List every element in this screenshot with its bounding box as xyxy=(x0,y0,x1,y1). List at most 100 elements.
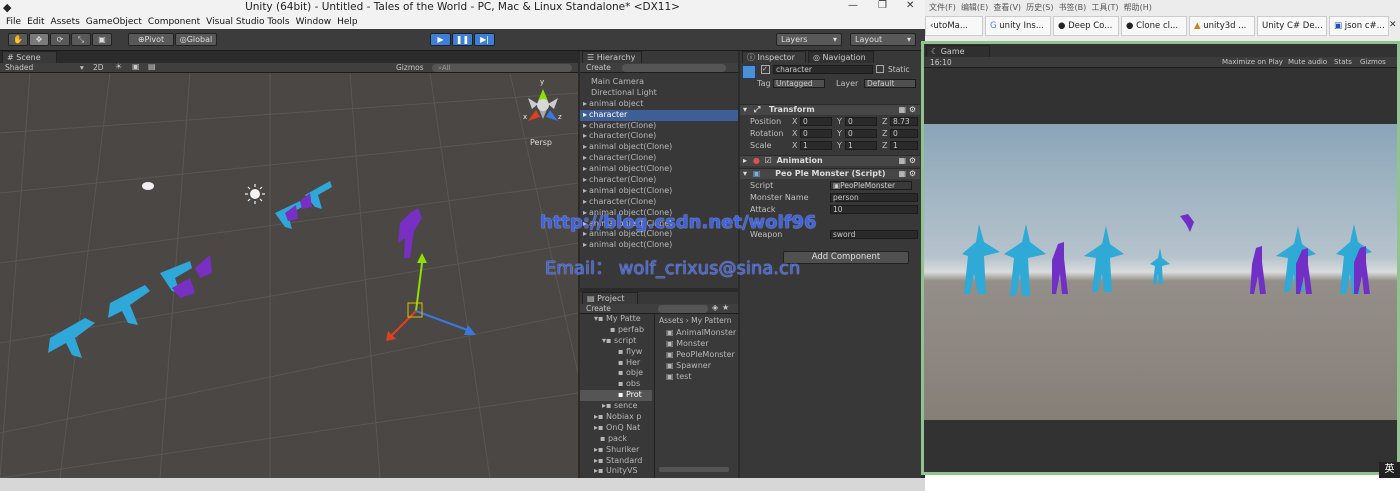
browser-menu-file[interactable]: 文件(F) xyxy=(929,3,956,12)
play-button[interactable]: ▶ xyxy=(430,33,451,46)
rotation-x-field[interactable]: 0 xyxy=(800,129,832,138)
scale-z-field[interactable]: 1 xyxy=(890,141,918,150)
folder-item[interactable]: ▪ obs xyxy=(580,379,652,390)
orientation-gizmo[interactable] xyxy=(528,89,558,121)
layout-dropdown[interactable]: Layout ▾ xyxy=(850,33,916,46)
gameobject-name-input[interactable]: character xyxy=(773,65,873,74)
tab-navigation[interactable]: ◎ Navigation xyxy=(808,51,874,63)
help-book-icon[interactable]: ▦ xyxy=(898,105,906,115)
tab-hierarchy[interactable]: ☰ Hierarchy xyxy=(582,51,642,63)
favorite-star-icon[interactable]: ★ xyxy=(722,303,729,312)
menu-window[interactable]: Window xyxy=(296,15,332,29)
help-book-icon[interactable]: ▦ xyxy=(898,156,906,166)
folder-item[interactable]: ▸▪ Nobiax p xyxy=(580,412,652,423)
close-tab-icon[interactable]: ✕ xyxy=(1389,20,1397,30)
rotate-tool-icon[interactable]: ⟳ xyxy=(50,33,70,46)
folder-item[interactable]: ▪ pack xyxy=(580,434,652,445)
scale-x-field[interactable]: 1 xyxy=(800,141,832,150)
static-checkbox[interactable] xyxy=(876,65,884,73)
file-item[interactable]: ▣ AnimalMonster xyxy=(655,328,739,339)
global-toggle[interactable]: ◎Global xyxy=(175,33,217,46)
expand-arrow-icon[interactable]: ▸ xyxy=(583,240,587,249)
menu-visual-studio-tools[interactable]: Visual Studio Tools xyxy=(206,15,289,29)
list-item[interactable]: Main Camera xyxy=(580,77,738,88)
list-item[interactable]: Directional Light xyxy=(580,88,738,99)
script-reference-field[interactable]: ▣PeoPleMonster xyxy=(830,181,912,190)
folder-item[interactable]: ▪ Prot xyxy=(580,390,652,402)
list-item[interactable]: ▸ character(Clone) xyxy=(580,121,738,132)
expand-arrow-icon[interactable]: ▸ xyxy=(583,153,587,162)
list-item[interactable]: ▸ character(Clone) xyxy=(580,153,738,164)
settings-gear-icon[interactable]: ⚙ xyxy=(909,169,916,179)
project-create-button[interactable]: Create xyxy=(586,304,611,313)
menu-component[interactable]: Component xyxy=(148,15,200,29)
expand-arrow-icon[interactable]: ▸ xyxy=(583,99,587,108)
expand-arrow-icon[interactable]: ▸ xyxy=(583,175,587,184)
rotation-z-field[interactable]: 0 xyxy=(890,129,918,138)
directional-light-icon[interactable] xyxy=(245,184,265,204)
folder-item[interactable]: ▪ obje xyxy=(580,368,652,379)
browser-tab[interactable]: ‹utoMa... xyxy=(925,16,983,36)
shading-mode-dropdown[interactable]: Shaded xyxy=(5,63,33,72)
position-z-field[interactable]: 8.73 xyxy=(890,117,918,126)
animation-enabled-checkbox[interactable]: ☑ xyxy=(765,156,772,165)
folder-item[interactable]: ▸▪ sence xyxy=(580,401,652,412)
folder-item[interactable]: ▾▪ My Patte xyxy=(580,314,652,325)
settings-gear-icon[interactable]: ⚙ xyxy=(909,105,916,115)
effects-toggle-icon[interactable]: ▤ xyxy=(148,62,156,71)
menu-file[interactable]: File xyxy=(6,15,21,29)
monster-name-field[interactable]: person xyxy=(830,193,918,202)
list-item[interactable]: ▸ animal object(Clone) xyxy=(580,186,738,197)
script-component-header[interactable]: ▾ ▣ Peo Ple Monster (Script) ▦ ⚙ xyxy=(740,168,920,179)
position-y-field[interactable]: 0 xyxy=(845,117,877,126)
browser-menu-help[interactable]: 帮助(H) xyxy=(1124,3,1152,12)
mute-audio-toggle[interactable]: Mute audio xyxy=(1288,58,1327,66)
restore-icon[interactable]: ❐ xyxy=(878,0,887,11)
folder-item[interactable]: ▸▪ Standard xyxy=(580,456,652,467)
project-search-input[interactable] xyxy=(658,305,708,313)
layers-dropdown[interactable]: Layers ▾ xyxy=(776,33,842,46)
lighting-toggle-icon[interactable]: ☀ xyxy=(115,62,122,71)
expand-arrow-icon[interactable]: ▸ xyxy=(583,197,587,206)
menu-help[interactable]: Help xyxy=(337,15,358,29)
hand-tool-icon[interactable]: ✋ xyxy=(8,33,28,46)
move-gizmo[interactable] xyxy=(386,253,476,341)
list-item[interactable]: ▸ character xyxy=(580,109,738,121)
menu-edit[interactable]: Edit xyxy=(27,15,44,29)
folder-item[interactable]: ▪ Her xyxy=(580,358,652,369)
hierarchy-search-input[interactable] xyxy=(622,64,726,72)
hierarchy-create-button[interactable]: Create xyxy=(586,63,611,72)
browser-menu-history[interactable]: 历史(S) xyxy=(1026,3,1053,12)
settings-gear-icon[interactable]: ⚙ xyxy=(909,156,916,166)
expand-arrow-icon[interactable]: ▸ xyxy=(583,142,587,151)
rect-tool-icon[interactable]: ▣ xyxy=(92,33,112,46)
maximize-on-play-toggle[interactable]: Maximize on Play xyxy=(1222,58,1283,66)
pause-button[interactable]: ❚❚ xyxy=(452,33,473,46)
browser-tab[interactable]: ● Deep Co... xyxy=(1053,16,1119,36)
list-item[interactable]: ▸ character(Clone) xyxy=(580,131,738,142)
minimize-icon[interactable]: — xyxy=(848,0,858,11)
position-x-field[interactable]: 0 xyxy=(800,117,832,126)
close-icon[interactable]: ✕ xyxy=(906,0,914,11)
file-item[interactable]: ▣ PeoPleMonster xyxy=(655,350,739,361)
game-gizmos-dropdown[interactable]: Gizmos xyxy=(1360,58,1386,66)
tag-dropdown[interactable]: Untagged xyxy=(773,79,825,88)
tab-scene[interactable]: # Scene xyxy=(2,51,57,63)
list-item[interactable]: ▸ character(Clone) xyxy=(580,175,738,186)
list-item[interactable]: ▸ animal object(Clone) xyxy=(580,240,738,251)
tab-project[interactable]: ▤ Project xyxy=(582,292,638,304)
folder-item[interactable]: ▸▪ UnityVS xyxy=(580,466,652,477)
file-item[interactable]: ▣ test xyxy=(655,372,739,383)
attack-field[interactable]: 10 xyxy=(830,205,918,214)
layer-dropdown[interactable]: Default xyxy=(864,79,916,88)
folder-item[interactable]: ▪ perfab xyxy=(580,325,652,336)
audio-toggle-icon[interactable]: ▣ xyxy=(132,62,140,71)
browser-tab[interactable]: ▣ json c#... xyxy=(1329,16,1389,36)
perspective-label[interactable]: Persp xyxy=(530,138,552,147)
tab-inspector[interactable]: ⓘ Inspector xyxy=(742,51,806,63)
list-item[interactable]: ▸ animal object(Clone) xyxy=(580,164,738,175)
animation-header[interactable]: ▸ ● ☑ Animation ▦ ⚙ xyxy=(740,155,920,166)
ime-indicator[interactable]: 英 xyxy=(1379,462,1400,478)
file-item[interactable]: ▣ Monster xyxy=(655,339,739,350)
weapon-field[interactable]: sword xyxy=(830,230,918,239)
